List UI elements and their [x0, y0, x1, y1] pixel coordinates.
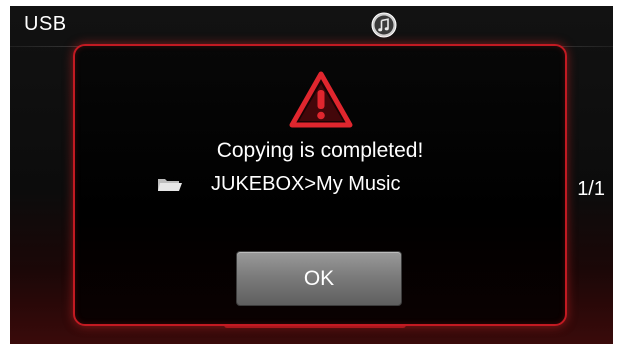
destination-path: JUKEBOX>My Music [157, 171, 400, 197]
head-unit-screen: USB 1/1 Copying is completed! JUKEBOX>My… [10, 6, 613, 344]
status-bar: USB [10, 6, 613, 46]
folder-icon [158, 179, 182, 191]
path-label: JUKEBOX>My Music [211, 172, 401, 195]
copy-complete-dialog: Copying is completed! JUKEBOX>My Music O… [73, 44, 567, 326]
music-note-icon [371, 12, 397, 38]
warning-triangle-icon [289, 71, 353, 128]
dialog-message: Copying is completed! [216, 139, 424, 162]
source-label: USB [24, 13, 67, 35]
ok-button[interactable]: OK [236, 251, 402, 306]
page-counter: 1/1 [577, 178, 605, 200]
